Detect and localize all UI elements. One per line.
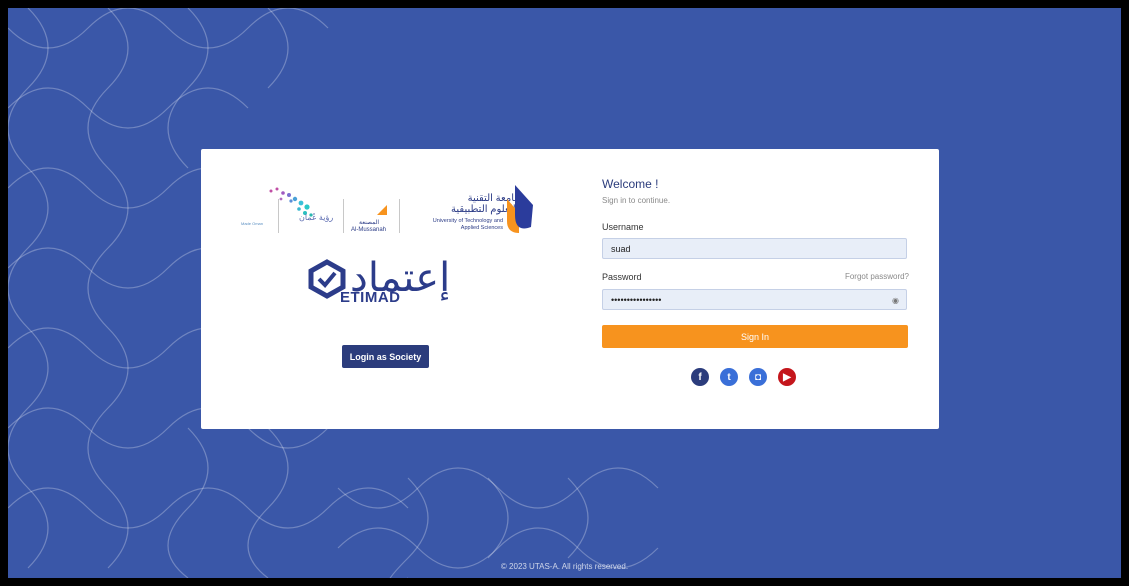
show-password-icon[interactable]: ◉ — [892, 296, 899, 305]
partner-logos: Made Oman رؤية عُمان المصنعة Al-Mussanah… — [241, 183, 541, 245]
musannah-english-text: Al-Mussanah — [351, 227, 387, 233]
musannah-mark-icon — [377, 205, 387, 215]
made-oman-text: Made Oman — [241, 221, 264, 226]
login-screen: Made Oman رؤية عُمان المصنعة Al-Mussanah… — [8, 8, 1121, 578]
social-links: f t ◘ ▶ — [691, 368, 796, 386]
branding-panel: Made Oman رؤية عُمان المصنعة Al-Mussanah… — [201, 149, 591, 429]
logo-separator — [278, 199, 279, 233]
login-as-society-button[interactable]: Login as Society — [342, 345, 429, 368]
musannah-arabic-text: المصنعة — [359, 220, 380, 226]
forgot-password-link[interactable]: Forgot password? — [845, 272, 909, 281]
logo-separator — [399, 199, 400, 233]
etimad-logo: إعتماد ETIMAD — [307, 255, 450, 306]
sign-in-button[interactable]: Sign In — [602, 325, 908, 348]
login-form: Welcome ! Sign in to continue. Username … — [602, 149, 909, 429]
copyright-footer: © 2023 UTAS-A. All rights reserved. — [500, 562, 629, 571]
password-input[interactable] — [602, 289, 907, 310]
logo-separator — [343, 199, 344, 233]
signin-subtitle: Sign in to continue. — [602, 196, 671, 205]
login-card: Made Oman رؤية عُمان المصنعة Al-Mussanah… — [201, 149, 939, 429]
etimad-english-text: ETIMAD — [340, 289, 401, 306]
instagram-icon[interactable]: ◘ — [749, 368, 767, 386]
oman-vision-text: رؤية عُمان — [299, 213, 334, 222]
utas-logo-icon — [507, 185, 533, 233]
username-label: Username — [602, 222, 644, 232]
twitter-icon[interactable]: t — [720, 368, 738, 386]
password-label: Password — [602, 272, 642, 282]
youtube-icon[interactable]: ▶ — [778, 368, 796, 386]
welcome-heading: Welcome ! — [602, 177, 659, 191]
username-input[interactable] — [602, 238, 907, 259]
utas-english-text: University of Technology and Applied Sci… — [432, 218, 503, 231]
facebook-icon[interactable]: f — [691, 368, 709, 386]
